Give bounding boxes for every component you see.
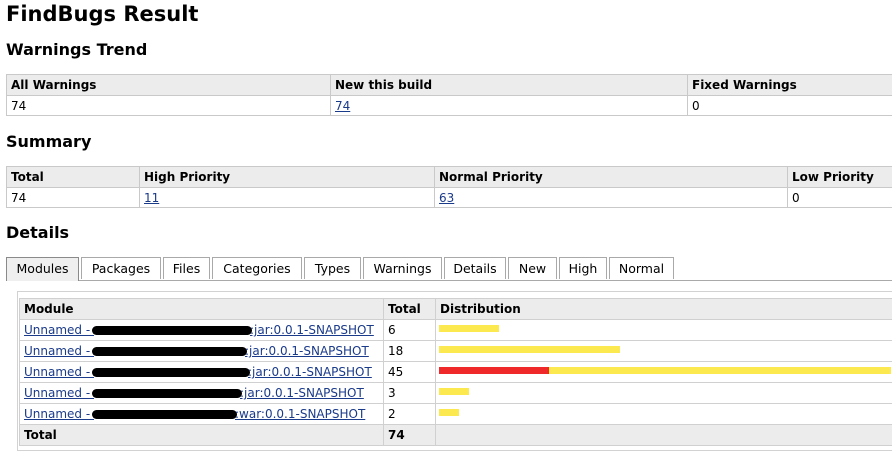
module-link[interactable]: Unnamed - :jar:0.0.1-SNAPSHOT — [24, 386, 364, 400]
module-link[interactable]: Unnamed - :jar:0.0.1-SNAPSHOT — [24, 344, 369, 358]
value-fixed-warnings: 0 — [687, 95, 892, 116]
distribution-cell — [435, 403, 892, 425]
warnings-trend-table: All Warnings New this build Fixed Warnin… — [6, 74, 892, 116]
module-name-cell: Unnamed - :war:0.0.1-SNAPSHOT — [19, 403, 384, 425]
redacted-text — [92, 410, 237, 419]
module-name-cell: Unnamed - :jar:0.0.1-SNAPSHOT — [19, 340, 384, 362]
tab-modules[interactable]: Modules — [6, 257, 79, 281]
module-name-cell: Unnamed - :jar:0.0.1-SNAPSHOT — [19, 319, 384, 341]
table-row: Unnamed - :jar:0.0.1-SNAPSHOT 45 — [19, 361, 892, 383]
tab-types[interactable]: Types — [304, 257, 361, 279]
header-low-priority: Low Priority — [787, 166, 892, 188]
normal-priority-link[interactable]: 63 — [439, 191, 454, 205]
redacted-text — [92, 326, 252, 335]
module-link[interactable]: Unnamed - :jar:0.0.1-SNAPSHOT — [24, 365, 372, 379]
header-module-total: Total — [383, 298, 436, 320]
page-title: FindBugs Result — [6, 2, 199, 26]
details-tab-bar: Modules Packages Files Categories Types … — [6, 257, 892, 281]
normal-priority-bar — [549, 367, 891, 374]
footer-label: Total — [19, 424, 384, 446]
tab-high[interactable]: High — [559, 257, 607, 279]
redacted-text — [92, 368, 250, 377]
summary-table: Total High Priority Normal Priority Low … — [6, 166, 892, 208]
header-distribution: Distribution — [435, 298, 892, 320]
tab-categories[interactable]: Categories — [212, 257, 302, 279]
normal-priority-bar — [439, 388, 470, 395]
footer-total: 74 — [383, 424, 436, 446]
module-total: 6 — [383, 319, 436, 341]
tab-details[interactable]: Details — [444, 257, 506, 279]
value-normal-priority-cell: 63 — [434, 187, 788, 208]
header-all-warnings: All Warnings — [6, 74, 331, 96]
value-all-warnings: 74 — [6, 95, 331, 116]
table-row: Unnamed - :jar:0.0.1-SNAPSHOT 3 — [19, 382, 892, 404]
header-total: Total — [6, 166, 140, 188]
new-this-build-link[interactable]: 74 — [335, 99, 350, 113]
high-priority-link[interactable]: 11 — [144, 191, 159, 205]
table-row: Unnamed - :jar:0.0.1-SNAPSHOT 18 — [19, 340, 892, 362]
tab-packages[interactable]: Packages — [81, 257, 161, 279]
table-footer-row: Total 74 — [19, 424, 892, 446]
footer-empty — [435, 424, 892, 446]
module-name-cell: Unnamed - :jar:0.0.1-SNAPSHOT — [19, 382, 384, 404]
redacted-text — [92, 389, 242, 398]
header-fixed-warnings: Fixed Warnings — [687, 74, 892, 96]
header-module: Module — [19, 298, 384, 320]
header-new-this-build: New this build — [330, 74, 688, 96]
table-row: Unnamed - :war:0.0.1-SNAPSHOT 2 — [19, 403, 892, 425]
value-high-priority-cell: 11 — [139, 187, 435, 208]
summary-heading: Summary — [6, 132, 92, 151]
module-total: 3 — [383, 382, 436, 404]
module-total: 2 — [383, 403, 436, 425]
module-total: 45 — [383, 361, 436, 383]
module-link[interactable]: Unnamed - :jar:0.0.1-SNAPSHOT — [24, 323, 374, 337]
tab-new[interactable]: New — [508, 257, 557, 279]
distribution-cell — [435, 319, 892, 341]
distribution-cell — [435, 340, 892, 362]
module-name-cell: Unnamed - :jar:0.0.1-SNAPSHOT — [19, 361, 384, 383]
warnings-trend-heading: Warnings Trend — [6, 40, 148, 59]
tab-files[interactable]: Files — [163, 257, 210, 279]
value-low-priority: 0 — [787, 187, 892, 208]
normal-priority-bar — [439, 409, 460, 416]
header-normal-priority: Normal Priority — [434, 166, 788, 188]
high-priority-bar — [439, 367, 550, 374]
value-new-this-build-cell: 74 — [330, 95, 688, 116]
normal-priority-bar — [439, 325, 500, 332]
module-total: 18 — [383, 340, 436, 362]
tab-warnings[interactable]: Warnings — [363, 257, 442, 279]
redacted-text — [92, 347, 247, 356]
modules-table: Module Total Distribution Unnamed - :jar… — [19, 298, 892, 446]
header-high-priority: High Priority — [139, 166, 435, 188]
tab-normal[interactable]: Normal — [609, 257, 674, 279]
module-link[interactable]: Unnamed - :war:0.0.1-SNAPSHOT — [24, 407, 365, 421]
details-heading: Details — [6, 223, 70, 242]
table-row: Unnamed - :jar:0.0.1-SNAPSHOT 6 — [19, 319, 892, 341]
distribution-cell — [435, 361, 892, 383]
value-total: 74 — [6, 187, 140, 208]
distribution-cell — [435, 382, 892, 404]
normal-priority-bar — [439, 346, 620, 353]
